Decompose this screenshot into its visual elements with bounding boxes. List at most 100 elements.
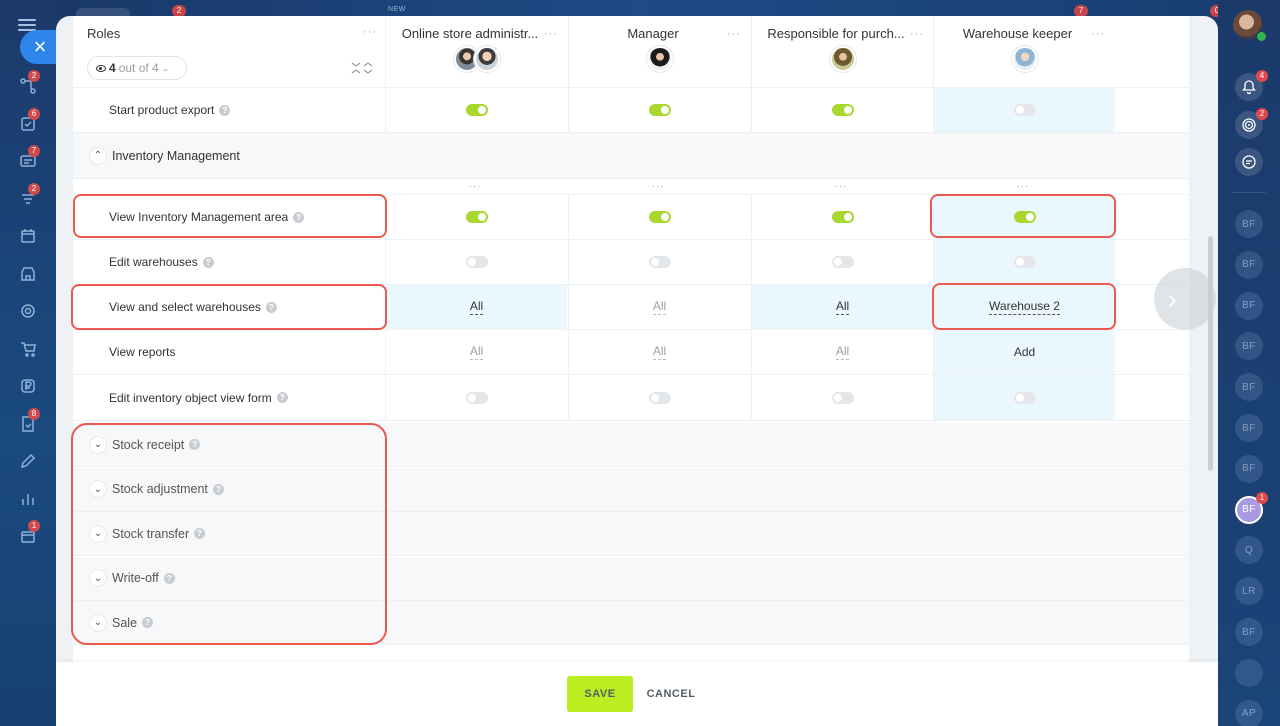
permission-toggle[interactable]: [831, 104, 854, 116]
role-column-header[interactable]: Manager ···: [568, 16, 751, 88]
more-icon[interactable]: ···: [727, 28, 741, 40]
chevron-down-icon[interactable]: ⌄: [89, 613, 107, 632]
group-row[interactable]: ⌄ Write-off?: [73, 556, 1189, 601]
section-title: Inventory Management: [112, 148, 240, 163]
section-header[interactable]: ⌃ Inventory Management: [73, 133, 1189, 179]
chevron-down-icon[interactable]: ⌄: [89, 569, 107, 587]
permission-value[interactable]: All: [652, 344, 667, 360]
messenger-button[interactable]: [1235, 148, 1263, 176]
more-icon[interactable]: ···: [932, 179, 1114, 194]
permission-toggle[interactable]: [465, 256, 488, 268]
calendar-icon[interactable]: [18, 226, 38, 246]
group-row[interactable]: ⌄ Stock receipt?: [73, 423, 1189, 467]
permission-value[interactable]: Warehouse 2: [989, 299, 1060, 315]
role-column-header[interactable]: Warehouse keeper ···: [933, 16, 1115, 88]
permission-toggle[interactable]: [1013, 256, 1036, 268]
save-button[interactable]: SAVE: [567, 676, 633, 712]
chat-user-avatar[interactable]: BF: [1235, 373, 1263, 402]
permission-toggle[interactable]: [465, 211, 488, 223]
chat-user-avatar[interactable]: BF: [1235, 250, 1263, 279]
permission-value[interactable]: All: [469, 344, 484, 360]
help-icon[interactable]: ?: [212, 483, 224, 495]
permission-value[interactable]: All: [469, 299, 484, 315]
role-members[interactable]: [386, 46, 568, 72]
role-members[interactable]: [934, 46, 1115, 72]
permission-toggle[interactable]: [831, 391, 854, 404]
permission-cell: All: [751, 285, 933, 329]
chevron-down-icon[interactable]: ⌄: [89, 435, 107, 454]
group-row[interactable]: ⌄ Stock adjustment?: [73, 467, 1189, 512]
chat-user-avatar[interactable]: BF: [1235, 414, 1263, 442]
permission-cell: [751, 240, 933, 284]
vertical-scrollbar[interactable]: [1208, 236, 1213, 471]
chevron-down-icon[interactable]: ⌄: [89, 480, 107, 498]
roles-count-filter[interactable]: 4 out of 4 ⌄: [87, 56, 187, 80]
pen-icon[interactable]: [18, 451, 38, 471]
role-members[interactable]: [569, 46, 751, 72]
role-column-header[interactable]: Online store administr... ···: [385, 16, 568, 88]
group-title: Sale: [112, 615, 138, 630]
chat-user-avatar[interactable]: AP: [1235, 699, 1263, 726]
chat-user-avatar[interactable]: BF: [1235, 210, 1263, 238]
help-icon[interactable]: ?: [194, 528, 206, 539]
permission-toggle[interactable]: [648, 104, 671, 116]
help-icon[interactable]: ?: [202, 256, 214, 268]
chat-user-avatar[interactable]: BF: [1235, 332, 1263, 361]
help-icon[interactable]: ?: [293, 211, 305, 223]
more-icon[interactable]: ···: [363, 27, 377, 38]
permission-toggle[interactable]: [465, 104, 488, 116]
more-icon[interactable]: ···: [750, 179, 932, 194]
more-icon[interactable]: ···: [910, 28, 924, 40]
role-column-header[interactable]: Responsible for purch... ···: [751, 16, 934, 88]
help-icon[interactable]: ?: [142, 617, 154, 628]
group-row[interactable]: ⌄ Stock transfer?: [73, 512, 1189, 556]
group-row[interactable]: ⌄ Sale?: [73, 601, 1189, 645]
permission-cell: All: [568, 285, 750, 329]
more-icon[interactable]: ···: [567, 179, 749, 194]
chat-user-avatar[interactable]: Q: [1235, 536, 1263, 565]
permission-toggle[interactable]: [831, 256, 854, 268]
permission-value[interactable]: All: [835, 299, 850, 315]
permission-value[interactable]: All: [835, 344, 850, 360]
chat-user-avatar[interactable]: BF: [1235, 454, 1263, 483]
cancel-button[interactable]: CANCEL: [640, 676, 702, 712]
permission-toggle[interactable]: [648, 256, 671, 268]
permission-cell: [385, 240, 567, 284]
permission-toggle[interactable]: [1013, 211, 1036, 223]
ruble-icon[interactable]: [18, 376, 38, 396]
help-icon[interactable]: ?: [276, 392, 288, 403]
close-button[interactable]: ×: [20, 30, 56, 64]
chat-user-avatar[interactable]: BF: [1235, 291, 1263, 320]
permission-value[interactable]: All: [652, 299, 667, 315]
chevron-down-icon[interactable]: ⌄: [89, 524, 107, 543]
permission-toggle[interactable]: [1013, 104, 1036, 116]
permission-cell: All: [751, 330, 933, 374]
permission-toggle[interactable]: [648, 211, 671, 223]
chevron-up-icon[interactable]: ⌃: [89, 146, 107, 165]
collapse-expand-icon[interactable]: [350, 60, 374, 76]
permission-toggle[interactable]: [648, 391, 671, 404]
chart-icon[interactable]: [18, 489, 38, 509]
help-icon[interactable]: ?: [189, 439, 201, 450]
scroll-right-button[interactable]: ›: [1154, 268, 1216, 330]
permission-cell: [751, 375, 933, 420]
permission-toggle[interactable]: [1013, 391, 1036, 404]
more-icon[interactable]: ···: [544, 28, 558, 40]
target-icon[interactable]: [18, 301, 38, 321]
cart-icon[interactable]: [18, 339, 38, 359]
chat-user-avatar[interactable]: [1235, 658, 1263, 687]
row-label-text: View and select warehouses: [109, 300, 261, 314]
help-icon[interactable]: ?: [265, 301, 277, 313]
help-icon[interactable]: ?: [219, 104, 231, 116]
chat-user-avatar[interactable]: LR: [1235, 577, 1263, 606]
more-icon[interactable]: ···: [384, 179, 566, 194]
more-icon[interactable]: ···: [1091, 28, 1105, 40]
chat-user-avatar[interactable]: BF: [1235, 618, 1263, 646]
permission-toggle[interactable]: [831, 211, 854, 223]
permission-toggle[interactable]: [465, 391, 488, 404]
store-icon[interactable]: [18, 264, 38, 284]
permission-cell: [385, 375, 567, 420]
role-members[interactable]: [752, 46, 934, 72]
permission-value[interactable]: Add: [1014, 345, 1035, 360]
help-icon[interactable]: ?: [163, 572, 175, 584]
